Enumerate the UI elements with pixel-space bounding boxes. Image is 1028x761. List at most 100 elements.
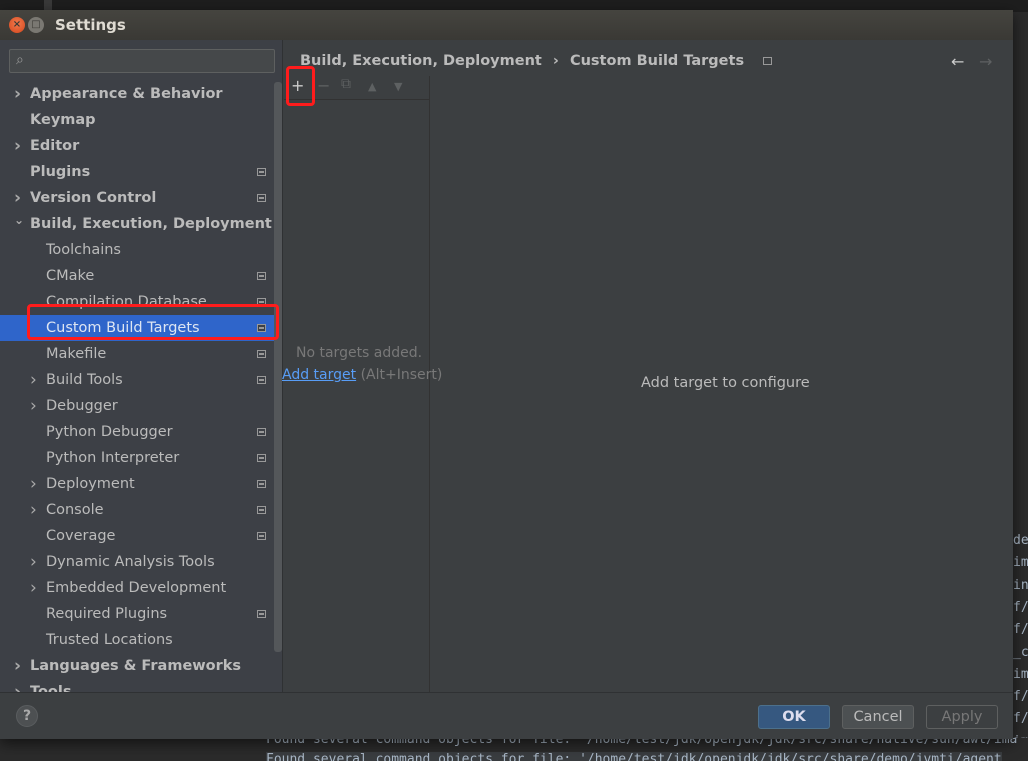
chevron-down-icon[interactable]: ⌄: [14, 207, 24, 233]
cancel-button[interactable]: Cancel: [842, 705, 914, 729]
sidebar-item-label: Toolchains: [46, 242, 121, 258]
project-scope-icon: [257, 272, 266, 280]
chevron-right-icon[interactable]: ›: [30, 575, 37, 601]
project-scope-icon: [257, 480, 266, 488]
sidebar-scrollbar[interactable]: [274, 82, 282, 652]
project-scope-icon: [763, 57, 773, 65]
sidebar-item[interactable]: Python Debugger: [0, 419, 282, 445]
configure-hint: Add target to configure: [641, 375, 810, 391]
terminal-line: in: [1013, 577, 1028, 593]
project-scope-icon: [257, 350, 266, 358]
remove-target-button[interactable]: −: [317, 76, 330, 95]
chevron-right-icon[interactable]: ›: [30, 367, 37, 393]
terminal-line: _c: [1013, 644, 1028, 660]
back-button[interactable]: ←: [951, 52, 964, 71]
close-window-button[interactable]: ×: [9, 17, 25, 33]
sidebar-item-label: Console: [46, 502, 104, 518]
add-target-shortcut: (Alt+Insert): [356, 367, 443, 383]
move-up-button[interactable]: ▲: [368, 80, 376, 93]
project-scope-icon: [257, 610, 266, 618]
terminal-line: f/: [1013, 622, 1028, 638]
help-button[interactable]: ?: [16, 705, 38, 727]
sidebar-item[interactable]: › Tools: [0, 679, 282, 692]
project-scope-icon: [257, 428, 266, 436]
chevron-right-icon[interactable]: ›: [14, 81, 21, 107]
sidebar-item[interactable]: Trusted Locations: [0, 627, 282, 653]
settings-search-input[interactable]: ⌕: [9, 49, 275, 73]
sidebar-item-label: Makefile: [46, 346, 107, 362]
sidebar-item[interactable]: › Build Tools: [0, 367, 282, 393]
terminal-line: f/: [1013, 689, 1028, 705]
sidebar-item-label: Keymap: [30, 112, 96, 128]
settings-dialog: × □ Settings ⌕ › Appearance & Behavior Key…: [0, 10, 1013, 739]
project-scope-icon: [257, 168, 266, 176]
sidebar-item[interactable]: Makefile: [0, 341, 282, 367]
maximize-window-button[interactable]: □: [28, 17, 44, 33]
forward-button[interactable]: →: [979, 52, 992, 71]
project-scope-icon: [257, 532, 266, 540]
apply-button[interactable]: Apply: [926, 705, 998, 729]
background-terminal-bottom: Found several command objects for file: …: [252, 738, 1028, 761]
chevron-right-icon[interactable]: ›: [14, 653, 21, 679]
terminal-line: f/: [1013, 599, 1028, 615]
project-scope-icon: [257, 506, 266, 514]
add-target-link[interactable]: Add target: [282, 367, 356, 383]
sidebar-item[interactable]: › Deployment: [0, 471, 282, 497]
sidebar-item-label: Python Debugger: [46, 424, 173, 440]
chevron-right-icon[interactable]: ›: [30, 393, 37, 419]
targets-list: No targets added. Add target (Alt+Insert…: [282, 100, 442, 692]
sidebar-item[interactable]: Keymap: [0, 107, 282, 133]
sidebar-item[interactable]: Coverage: [0, 523, 282, 549]
terminal-line: ima: [1013, 555, 1028, 571]
sidebar-item-label: Deployment: [46, 476, 135, 492]
breadcrumb-parent[interactable]: Build, Execution, Deployment: [300, 53, 542, 69]
search-icon: ⌕: [16, 52, 24, 68]
highlight-box-add-button: [286, 66, 315, 106]
sidebar-item[interactable]: ⌄ Build, Execution, Deployment: [0, 211, 282, 237]
breadcrumb: Build, Execution, Deployment › Custom Bu…: [300, 53, 778, 69]
breadcrumb-current: Custom Build Targets: [569, 53, 745, 69]
title-bar: × □ Settings: [0, 10, 1013, 40]
dialog-footer: ? OK Cancel Apply: [0, 692, 1013, 739]
move-down-button[interactable]: ▼: [394, 80, 402, 93]
sidebar-item[interactable]: › Embedded Development: [0, 575, 282, 601]
chevron-right-icon[interactable]: ›: [30, 471, 37, 497]
sidebar-item-label: Coverage: [46, 528, 116, 544]
chevron-right-icon[interactable]: ›: [14, 133, 21, 159]
sidebar-item[interactable]: Required Plugins: [0, 601, 282, 627]
chevron-right-icon[interactable]: ›: [30, 549, 37, 575]
settings-content: Build, Execution, Deployment › Custom Bu…: [282, 40, 1013, 692]
sidebar-item[interactable]: › Version Control: [0, 185, 282, 211]
project-scope-icon: [257, 454, 266, 462]
sidebar-item-label: Tools: [30, 684, 72, 692]
highlight-box-custom-build-targets: [27, 304, 279, 340]
sidebar-item-label: Languages & Frameworks: [30, 658, 242, 674]
terminal-line: f/: [1013, 711, 1028, 727]
sidebar-item-label: Python Interpreter: [46, 450, 180, 466]
sidebar-item[interactable]: › Debugger: [0, 393, 282, 419]
empty-targets-text: No targets added.: [296, 345, 423, 361]
sidebar-item-label: Editor: [30, 138, 80, 154]
sidebar-item-label: Build Tools: [46, 372, 123, 388]
ok-button[interactable]: OK: [758, 705, 830, 729]
sidebar-item-label: Debugger: [46, 398, 118, 414]
sidebar-item-label: Trusted Locations: [46, 632, 173, 648]
sidebar-item[interactable]: › Appearance & Behavior: [0, 81, 282, 107]
chevron-right-icon[interactable]: ›: [30, 497, 37, 523]
sidebar-item-label: Required Plugins: [46, 606, 168, 622]
sidebar-item[interactable]: Plugins: [0, 159, 282, 185]
sidebar-item[interactable]: › Console: [0, 497, 282, 523]
terminal-line: ima: [1013, 666, 1028, 682]
sidebar-item[interactable]: › Dynamic Analysis Tools: [0, 549, 282, 575]
chevron-right-icon[interactable]: ›: [14, 679, 21, 692]
sidebar-item[interactable]: › Editor: [0, 133, 282, 159]
terminal-line: Found several command objects for file: …: [266, 738, 1018, 747]
sidebar-item[interactable]: Toolchains: [0, 237, 282, 263]
sidebar-item-label: Appearance & Behavior: [30, 86, 223, 102]
sidebar-item[interactable]: CMake: [0, 263, 282, 289]
sidebar-item[interactable]: Python Interpreter: [0, 445, 282, 471]
copy-target-button[interactable]: ⧉: [341, 76, 351, 92]
breadcrumb-separator: ›: [552, 53, 559, 69]
window-title: Settings: [55, 16, 126, 34]
sidebar-item[interactable]: › Languages & Frameworks: [0, 653, 282, 679]
